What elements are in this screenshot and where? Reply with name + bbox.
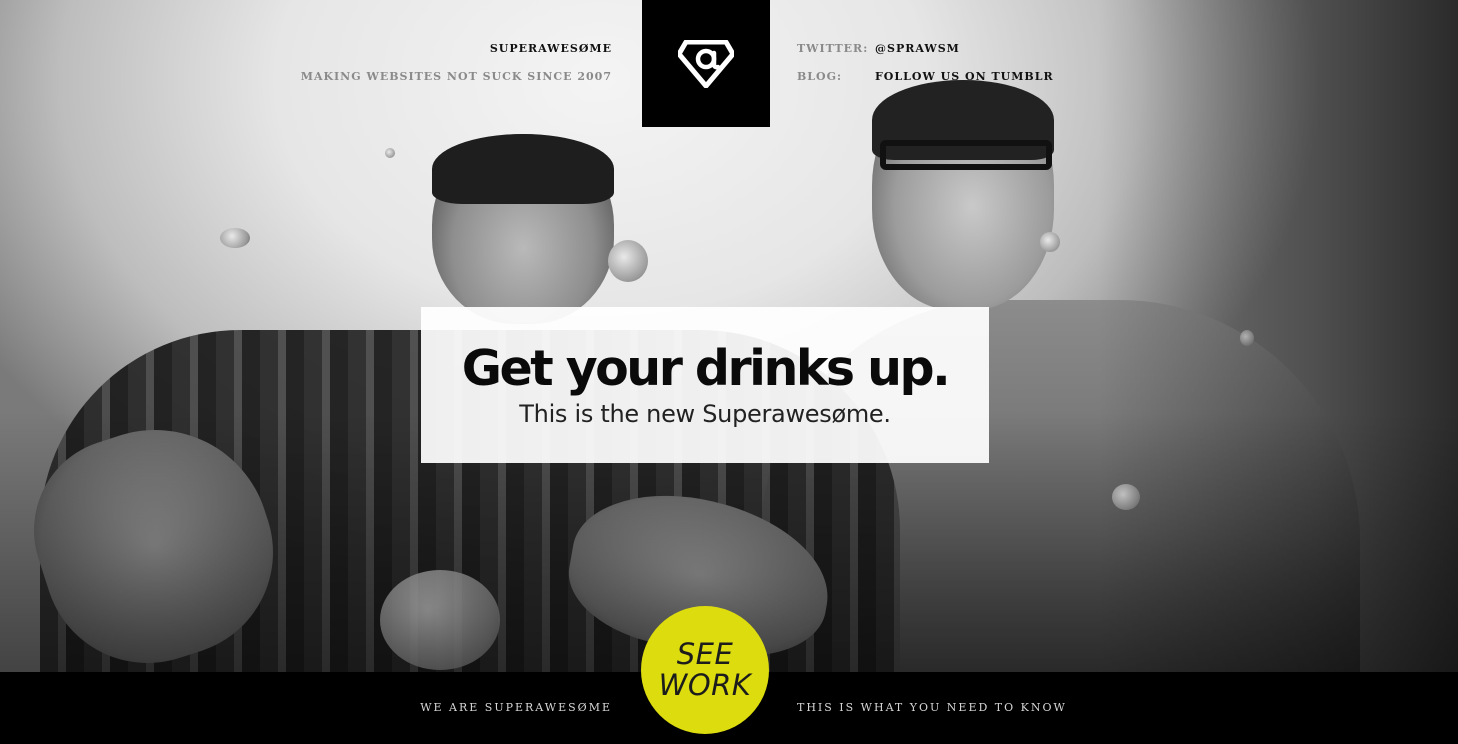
brand-name: SUPERAWESØME — [489, 42, 612, 55]
about-link[interactable]: WE ARE SUPERAWESØME — [420, 701, 612, 714]
hero-photo-drop — [608, 240, 648, 282]
hero-photo-drop — [385, 148, 395, 158]
headline-box: Get your drinks up. This is the new Supe… — [421, 307, 989, 463]
logo-home-link[interactable] — [642, 0, 770, 127]
twitter-link[interactable]: @SPRAWSM — [875, 42, 960, 55]
hero-headline: Get your drinks up. — [461, 340, 951, 397]
twitter-label: TWITTER: — [797, 42, 869, 55]
brand-tagline: MAKING WEBSITES NOT SUCK SINCE 2007 — [300, 70, 612, 83]
hero-photo-glasses — [880, 140, 1052, 170]
blog-link[interactable]: FOLLOW US ON TUMBLR — [875, 70, 1054, 83]
hero-photo-hair-left — [432, 134, 614, 204]
hero-photo-drop — [220, 228, 250, 248]
page: SUPERAWESØME MAKING WEBSITES NOT SUCK SI… — [0, 0, 1458, 744]
info-link[interactable]: THIS IS WHAT YOU NEED TO KNOW — [797, 701, 1067, 714]
see-work-line2: WORK — [658, 668, 752, 702]
blog-label: BLOG: — [797, 70, 843, 83]
hero-subheadline: This is the new Superawesøme. — [519, 400, 891, 428]
see-work-button[interactable]: SEE WORK — [641, 606, 769, 734]
hero-photo-drop — [1040, 232, 1060, 252]
superhero-at-sign-logo-icon — [678, 39, 734, 88]
see-work-line1: SEE — [676, 637, 734, 671]
